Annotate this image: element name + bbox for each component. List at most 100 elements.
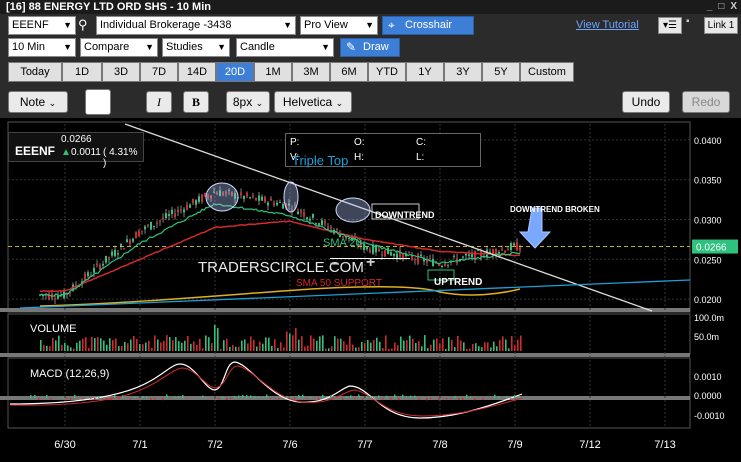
close-icon[interactable]: X (730, 1, 737, 13)
macd-histogram-bar (58, 397, 60, 398)
macd-histogram-bar (294, 398, 296, 400)
macd-histogram-bar (442, 398, 444, 399)
arrow-up-icon: ▲ (61, 147, 71, 158)
compare-select[interactable]: Compare ▼ (80, 38, 158, 57)
macd-histogram-bar (82, 398, 84, 400)
account-select[interactable]: Individual Brokerage -3438 ▼ (96, 16, 296, 35)
price-tick-label: 0.0300 (694, 215, 722, 225)
macd-histogram-bar (238, 395, 240, 398)
chart-type-select[interactable]: Candle ▼ (236, 38, 334, 57)
volume-bar (511, 335, 513, 351)
macd-histogram-bar (186, 398, 188, 399)
triple-top-marker (335, 197, 371, 223)
panel-separator (0, 353, 690, 357)
range-tab-3m[interactable]: 3M (292, 62, 330, 82)
range-tab-ytd[interactable]: YTD (368, 62, 406, 82)
view-tutorial-link[interactable]: View Tutorial (576, 19, 639, 31)
candle-body (48, 293, 50, 300)
volume-bar (382, 348, 384, 351)
range-tab-3d[interactable]: 3D (102, 62, 140, 82)
crosshair-button[interactable]: ⌖ Crosshair (382, 16, 474, 35)
range-tab-1m[interactable]: 1M (254, 62, 292, 82)
chevron-down-icon: ▼ (63, 42, 72, 52)
candle-body (273, 202, 275, 206)
volume-bar (307, 345, 309, 351)
volume-bar (349, 335, 351, 351)
range-tab-14d[interactable]: 14D (178, 62, 216, 82)
macd-histogram-bar (34, 394, 36, 398)
font-value: Helvetica (282, 95, 333, 109)
candle-body (177, 209, 179, 213)
volume-bar (214, 324, 216, 351)
volume-bar (112, 340, 114, 351)
macd-histogram-bar (366, 396, 368, 398)
macd-histogram-bar (462, 398, 464, 400)
volume-bar (385, 335, 387, 351)
candle-body (363, 243, 365, 250)
view-value: Pro View (304, 19, 348, 31)
bold-button[interactable]: B (183, 91, 209, 113)
minimize-icon[interactable]: _ (707, 1, 713, 13)
range-tab-custom[interactable]: Custom (520, 62, 574, 82)
menu-list-icon[interactable]: ▾☰ (658, 17, 682, 34)
color-swatch[interactable] (85, 89, 111, 115)
search-icon[interactable]: ⚲ (78, 17, 94, 33)
draw-button[interactable]: ✎ Draw (340, 38, 400, 57)
volume-bar (199, 338, 201, 351)
price-chart[interactable]: 6/30 7/1 7/2 7/6 7/7 7/8 7/9 7/12 7/13 0.0400 0.03… (0, 118, 741, 462)
candle-body (327, 226, 329, 229)
undo-button[interactable]: Undo (622, 91, 670, 113)
range-tab-5y[interactable]: 5Y (482, 62, 520, 82)
maximize-icon[interactable]: □ (718, 1, 724, 13)
volume-bar (184, 340, 186, 351)
volume-bar (448, 337, 450, 351)
macd-histogram-bar (182, 394, 184, 398)
zoom-out-icon[interactable]: − (330, 256, 339, 274)
range-tab-6m[interactable]: 6M (330, 62, 368, 82)
volume-bar (304, 346, 306, 351)
volume-bar (457, 335, 459, 351)
font-size-select[interactable]: 8px ⌄ (226, 91, 270, 113)
range-tab-today[interactable]: Today (8, 62, 62, 82)
volume-bar (295, 327, 297, 351)
font-select[interactable]: Helvetica ⌄ (274, 91, 352, 113)
range-tab-20d[interactable]: 20D (216, 62, 254, 82)
volume-bar (445, 348, 447, 351)
link-group-icon[interactable]: ▪ (686, 16, 700, 33)
view-select[interactable]: Pro View ▼ (300, 16, 378, 35)
volume-bar (466, 348, 468, 351)
studies-select[interactable]: Studies ▼ (162, 38, 230, 57)
candle-body (141, 230, 143, 232)
symbol-input[interactable]: EEENF ▼ (8, 16, 76, 35)
candle-body (267, 202, 269, 206)
volume-bar (85, 337, 87, 351)
link-button[interactable]: Link 1 (704, 17, 738, 34)
redo-button[interactable]: Redo (682, 91, 730, 113)
volume-bar (475, 343, 477, 351)
range-tab-7d[interactable]: 7D (140, 62, 178, 82)
volume-bar (178, 341, 180, 351)
volume-bar (148, 340, 150, 351)
candle-body (201, 195, 203, 202)
candle-body (162, 217, 164, 220)
note-button[interactable]: Note ⌄ (8, 91, 68, 113)
macd-histogram-bar (106, 398, 108, 399)
macd-histogram-bar (142, 396, 144, 398)
volume-bar (46, 345, 48, 351)
candle-body (429, 257, 431, 259)
macd-histogram-bar (350, 395, 352, 398)
range-tab-3y[interactable]: 3Y (444, 62, 482, 82)
range-tab-1y[interactable]: 1Y (406, 62, 444, 82)
macd-histogram-bar (286, 396, 288, 398)
interval-select[interactable]: 10 Min ▼ (8, 38, 76, 57)
price-tick-label: 0.0200 (694, 295, 722, 305)
volume-bar (43, 344, 45, 351)
volume-bar (322, 335, 324, 351)
italic-button[interactable]: I (146, 91, 172, 113)
range-tab-1d[interactable]: 1D (62, 62, 102, 82)
candle-body (465, 253, 467, 256)
candle-body (156, 222, 158, 224)
macd-histogram-bar (262, 397, 264, 398)
volume-bar (103, 340, 105, 351)
zoom-in-icon[interactable]: + (366, 254, 375, 272)
